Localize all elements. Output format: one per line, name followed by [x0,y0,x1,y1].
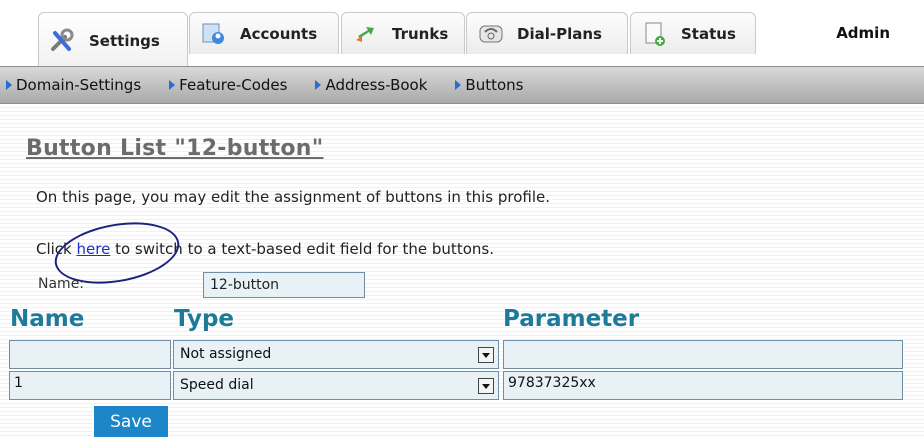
status-document-icon [641,20,669,48]
triangle-right-icon [315,80,322,90]
tab-settings[interactable]: Settings [38,12,188,68]
dropdown-arrow-icon[interactable] [478,347,494,363]
row-1-type-value: Not assigned [180,346,272,362]
row-2-name-input[interactable]: 1 [9,371,171,400]
trunks-arrows-icon [352,20,380,48]
dropdown-arrow-icon[interactable] [478,378,494,394]
tab-status-label: Status [681,24,736,43]
row-2-type-value: Speed dial [180,377,254,393]
subnav-label: Address-Book [325,76,428,94]
telephone-icon [477,20,505,48]
subnav-label: Domain-Settings [16,76,142,94]
subnav-label: Feature-Codes [179,76,288,94]
tab-trunks[interactable]: Trunks [341,12,465,54]
tab-dial-plans-label: Dial-Plans [517,24,602,43]
accounts-icon [200,20,228,48]
triangle-right-icon [6,80,12,90]
subnav-item-buttons[interactable]: Buttons [449,76,523,94]
user-name[interactable]: Admin [836,24,890,42]
tab-dial-plans[interactable]: Dial-Plans [466,12,628,54]
row-1-type-select[interactable]: Not assigned [173,340,499,369]
save-button[interactable]: Save [94,406,168,437]
column-header-parameter: Parameter [503,306,640,332]
tab-settings-label: Settings [89,31,160,50]
row-1-parameter-input[interactable] [503,340,903,369]
tab-status[interactable]: Status [630,12,756,54]
row-1-name-input[interactable] [9,340,171,369]
tab-trunks-label: Trunks [392,24,449,43]
column-header-name: Name [10,306,85,332]
row-2-parameter-input[interactable]: 97837325xx [503,371,903,400]
name-label: Name: [38,276,85,292]
column-header-type: Type [174,306,235,332]
subnav-item-domain-settings[interactable]: Domain-Settings [0,76,141,94]
page-title: Button List "12-button" [26,136,324,161]
subnav-item-feature-codes[interactable]: Feature-Codes [163,76,287,94]
row-2-type-select[interactable]: Speed dial [173,371,499,400]
tab-accounts-label: Accounts [240,24,318,43]
profile-name-input[interactable] [203,272,365,298]
sub-navigation: Domain-Settings Feature-Codes Address-Bo… [0,66,924,104]
triangle-right-icon [455,80,462,90]
tab-accounts[interactable]: Accounts [189,12,339,54]
subnav-label: Buttons [465,76,524,94]
intro-text: On this page, you may edit the assignmen… [36,188,550,206]
triangle-right-icon [169,80,176,90]
subnav-item-address-book[interactable]: Address-Book [309,76,427,94]
settings-tools-icon [49,27,77,55]
top-tab-bar: Settings Accounts Trunks Dial-Plans Stat… [0,0,924,68]
